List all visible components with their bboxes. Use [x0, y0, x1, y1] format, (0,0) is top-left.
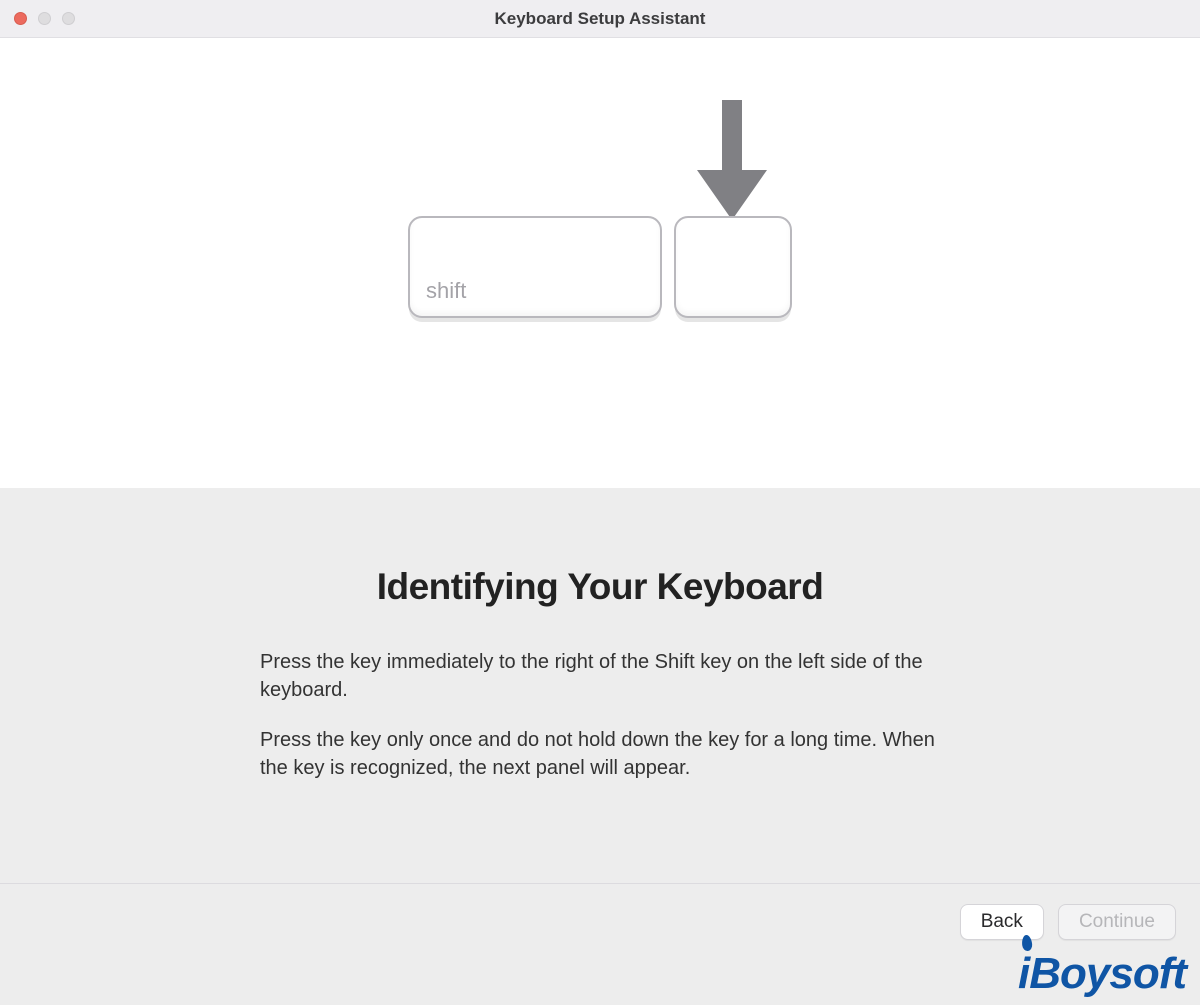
illustration-area: shift: [0, 38, 1200, 488]
down-arrow-icon: [697, 100, 767, 220]
back-button[interactable]: Back: [960, 904, 1044, 940]
traffic-lights: [14, 12, 75, 25]
footer-bar: Back Continue: [0, 883, 1200, 1005]
close-window-button[interactable]: [14, 12, 27, 25]
maximize-window-button: [62, 12, 75, 25]
shift-keycap: shift: [408, 216, 662, 318]
shift-key-label: shift: [426, 278, 466, 304]
window-title: Keyboard Setup Assistant: [0, 9, 1200, 29]
minimize-window-button: [38, 12, 51, 25]
titlebar: Keyboard Setup Assistant: [0, 0, 1200, 38]
page-heading: Identifying Your Keyboard: [260, 566, 940, 608]
instruction-paragraph-1: Press the key immediately to the right o…: [260, 648, 940, 704]
keycaps-illustration: shift: [408, 216, 792, 318]
instruction-paragraph-2: Press the key only once and do not hold …: [260, 726, 940, 782]
target-keycap: [674, 216, 792, 318]
continue-button: Continue: [1058, 904, 1176, 940]
